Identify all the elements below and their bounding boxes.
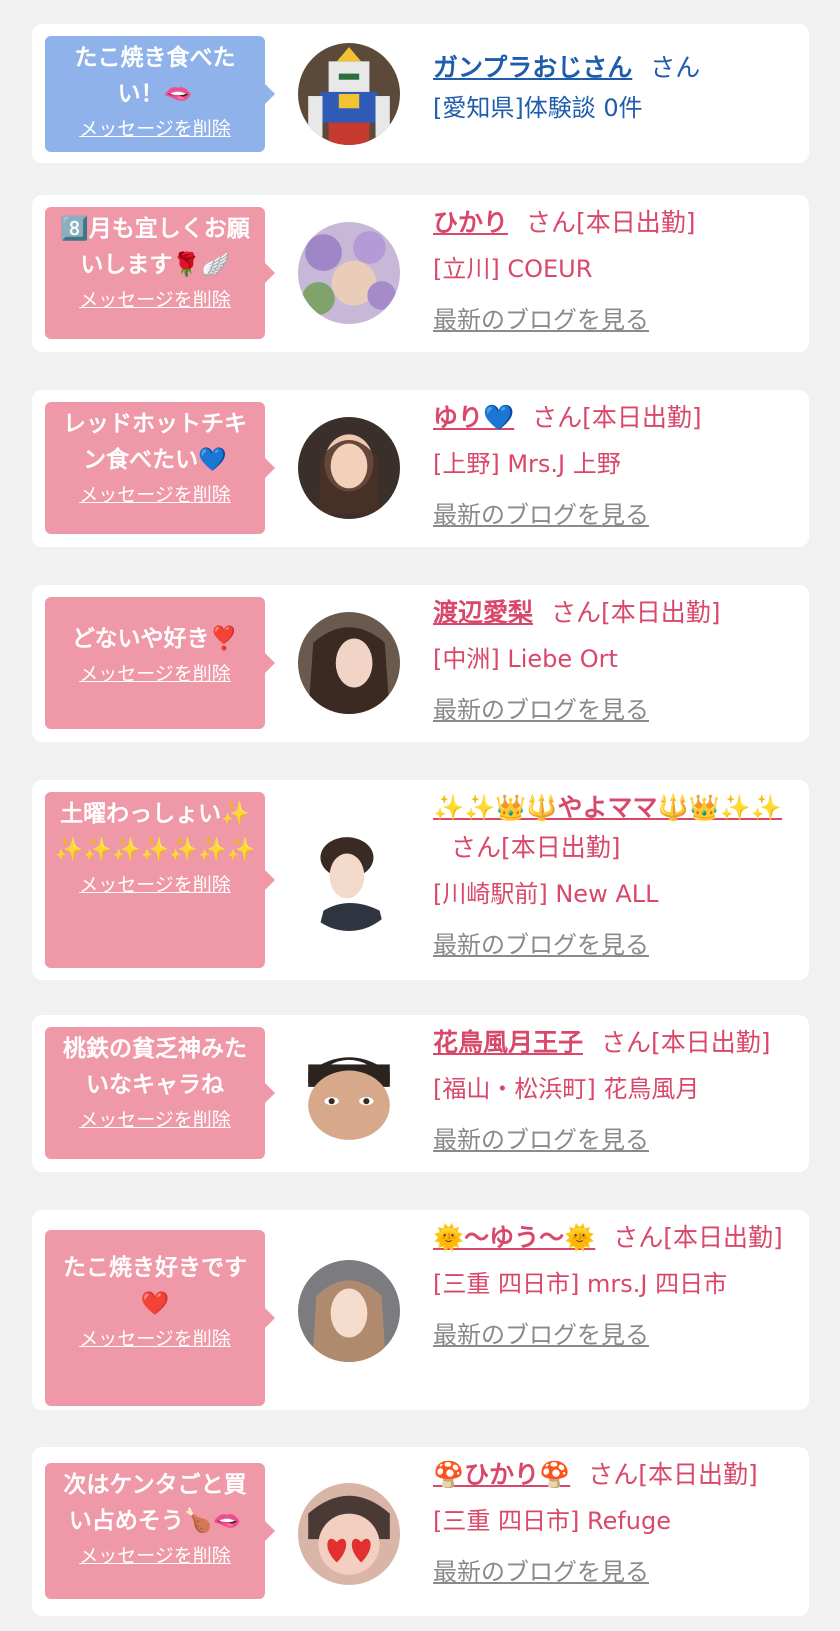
delete-message-link[interactable]: メッセージを削除 — [53, 661, 257, 687]
latest-blog-link[interactable]: 最新のブログを見る — [433, 928, 649, 962]
profile-name-link[interactable]: ひかり — [433, 208, 508, 237]
woman-photo-icon — [298, 417, 400, 519]
message-card: どないや好き❣️ メッセージを削除 渡辺愛梨 さん[本日出勤] [中洲] Lieb… — [32, 585, 809, 742]
profile-info: ゆり💙 さん[本日出勤] [上野] Mrs.J 上野 最新のブログを見る — [433, 398, 793, 532]
profile-name-link[interactable]: 🌞〜ゆう〜🌞 — [433, 1223, 595, 1252]
message-bubble: たこ焼き食べたい！🫦 メッセージを削除 — [45, 36, 275, 152]
woman-photo-icon — [298, 612, 400, 714]
delete-message-link[interactable]: メッセージを削除 — [53, 1543, 257, 1569]
profile-name-link[interactable]: 🍄ひかり🍄 — [433, 1460, 570, 1489]
avatar[interactable] — [298, 1042, 400, 1144]
message-text: 桃鉄の貧乏神みたいなキャラね — [63, 1036, 247, 1098]
message-text: 土曜わっしょい✨✨✨✨✨✨✨✨ — [54, 801, 256, 863]
avatar[interactable] — [298, 829, 400, 931]
message-bubble: 8️⃣月も宜しくお願いします🌹🪽 メッセージを削除 — [45, 207, 275, 339]
avatar[interactable] — [298, 222, 400, 324]
message-bubble: レッドホットチキン食べたい💙 メッセージを削除 — [45, 402, 275, 534]
man-face-icon — [298, 1042, 400, 1144]
delete-message-link[interactable]: メッセージを削除 — [53, 116, 257, 142]
message-text: レッドホットチキン食べたい💙 — [63, 411, 247, 473]
message-card: レッドホットチキン食べたい💙 メッセージを削除 ゆり💙 さん[本日出勤] [上野]… — [32, 390, 809, 547]
profile-info: ひかり さん[本日出勤] [立川] COEUR 最新のブログを見る — [433, 203, 793, 337]
latest-blog-link[interactable]: 最新のブログを見る — [433, 1318, 649, 1352]
honorific-label: さん[本日出勤] — [551, 598, 721, 627]
avatar[interactable] — [298, 43, 400, 145]
delete-message-link[interactable]: メッセージを削除 — [53, 287, 257, 313]
profile-info: ✨✨👑🔱やよママ🔱👑✨✨ さん[本日出勤] [川崎駅前] New ALL 最新のブ… — [433, 788, 793, 962]
avatar[interactable] — [298, 1260, 400, 1362]
delete-message-link[interactable]: メッセージを削除 — [53, 872, 257, 898]
message-text: 8️⃣月も宜しくお願いします🌹🪽 — [60, 216, 250, 278]
shop-info: [三重 四日市] mrs.J 四日市 — [433, 1270, 728, 1298]
avatar[interactable] — [298, 1483, 400, 1585]
message-card: 次はケンタごと買い占めそう🍗🫦 メッセージを削除 🍄ひかり🍄 さん[本日出勤] [… — [32, 1447, 809, 1616]
gundam-figure-icon — [298, 43, 400, 145]
delete-message-link[interactable]: メッセージを削除 — [53, 482, 257, 508]
flowers-photo-icon — [298, 222, 400, 324]
delete-message-link[interactable]: メッセージを削除 — [53, 1107, 257, 1133]
profile-name-link[interactable]: 花鳥風月王子 — [433, 1028, 583, 1057]
latest-blog-link[interactable]: 最新のブログを見る — [433, 1555, 649, 1589]
message-bubble: たこ焼き好きです❤️ メッセージを削除 — [45, 1230, 275, 1406]
message-bubble: どないや好き❣️ メッセージを削除 — [45, 597, 275, 729]
honorific-label: さん[本日出勤] — [588, 1460, 758, 1489]
shop-info: [愛知県]体験談 0件 — [433, 94, 643, 122]
shop-info: [三重 四日市] Refuge — [433, 1507, 672, 1535]
message-card: 8️⃣月も宜しくお願いします🌹🪽 メッセージを削除 ひかり さん[本日出勤] [立… — [32, 195, 809, 352]
avatar[interactable] — [298, 612, 400, 714]
honorific-label: さん — [650, 53, 701, 82]
woman-photo-icon — [298, 1260, 400, 1362]
delete-message-link[interactable]: メッセージを削除 — [53, 1326, 257, 1352]
message-text: 次はケンタごと買い占めそう🍗🫦 — [63, 1472, 247, 1534]
message-card: 土曜わっしょい✨✨✨✨✨✨✨✨ メッセージを削除 ✨✨👑🔱やよママ🔱👑✨✨ さん[… — [32, 780, 809, 980]
avatar[interactable] — [298, 417, 400, 519]
profile-name-link[interactable]: ✨✨👑🔱やよママ🔱👑✨✨ — [433, 793, 782, 822]
shop-info: [立川] COEUR — [433, 255, 593, 283]
profile-name-link[interactable]: ゆり💙 — [433, 403, 514, 432]
profile-info: 🍄ひかり🍄 さん[本日出勤] [三重 四日市] Refuge 最新のブログを見る — [433, 1455, 793, 1589]
message-bubble: 土曜わっしょい✨✨✨✨✨✨✨✨ メッセージを削除 — [45, 792, 275, 968]
message-card: 桃鉄の貧乏神みたいなキャラね メッセージを削除 花鳥風月王子 さん[本日出勤] [… — [32, 1015, 809, 1172]
profile-name-link[interactable]: 渡辺愛梨 — [433, 598, 533, 627]
woman-photo-icon — [298, 1483, 400, 1585]
honorific-label: さん[本日出勤] — [601, 1028, 771, 1057]
shop-info: [福山・松浜町] 花鳥風月 — [433, 1075, 700, 1103]
honorific-label: さん[本日出勤] — [526, 208, 696, 237]
honorific-label: さん[本日出勤] — [532, 403, 702, 432]
profile-info: 花鳥風月王子 さん[本日出勤] [福山・松浜町] 花鳥風月 最新のブログを見る — [433, 1023, 793, 1157]
latest-blog-link[interactable]: 最新のブログを見る — [433, 303, 649, 337]
latest-blog-link[interactable]: 最新のブログを見る — [433, 693, 649, 727]
honorific-label: さん[本日出勤] — [613, 1223, 783, 1252]
honorific-label: さん[本日出勤] — [451, 833, 621, 862]
profile-info: 渡辺愛梨 さん[本日出勤] [中洲] Liebe Ort 最新のブログを見る — [433, 593, 793, 727]
message-text: どないや好き❣️ — [71, 626, 239, 652]
shop-info: [中洲] Liebe Ort — [433, 645, 618, 673]
shop-info: [上野] Mrs.J 上野 — [433, 450, 621, 478]
shop-info: [川崎駅前] New ALL — [433, 880, 659, 908]
message-text: たこ焼き食べたい！🫦 — [74, 45, 236, 107]
profile-info: 🌞〜ゆう〜🌞 さん[本日出勤] [三重 四日市] mrs.J 四日市 最新のブログ… — [433, 1218, 793, 1352]
profile-name-link[interactable]: ガンプラおじさん — [433, 53, 632, 82]
message-bubble: 次はケンタごと買い占めそう🍗🫦 メッセージを削除 — [45, 1463, 275, 1599]
latest-blog-link[interactable]: 最新のブログを見る — [433, 1123, 649, 1157]
message-card: たこ焼き好きです❤️ メッセージを削除 🌞〜ゆう〜🌞 さん[本日出勤] [三重 四… — [32, 1210, 809, 1410]
latest-blog-link[interactable]: 最新のブログを見る — [433, 498, 649, 532]
message-text: たこ焼き好きです❤️ — [63, 1255, 247, 1317]
message-bubble: 桃鉄の貧乏神みたいなキャラね メッセージを削除 — [45, 1027, 275, 1159]
profile-info: ガンプラおじさん さん [愛知県]体験談 0件 — [433, 48, 793, 126]
woman-photo-icon — [298, 829, 400, 931]
message-card: たこ焼き食べたい！🫦 メッセージを削除 ガンプラおじさん さん [愛知県]体験談 … — [32, 24, 809, 163]
